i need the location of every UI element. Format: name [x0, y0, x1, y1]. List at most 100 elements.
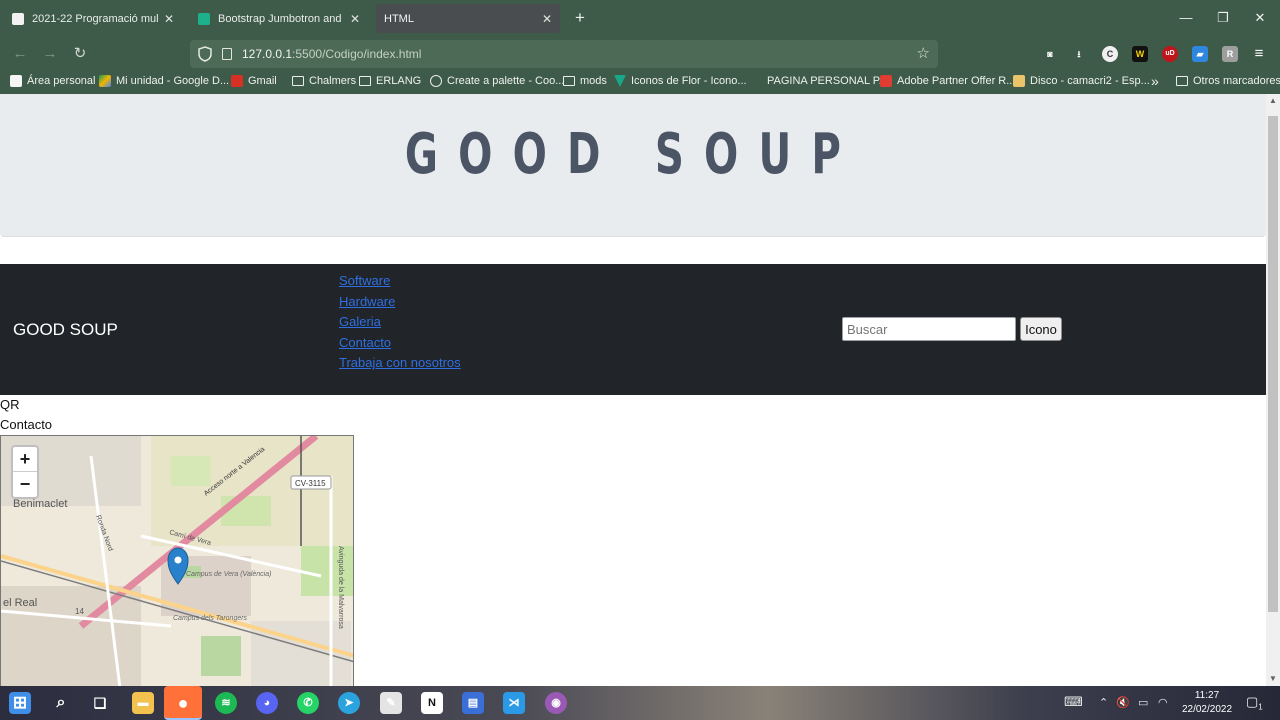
whatsapp-icon[interactable]: ✆ — [297, 692, 319, 714]
wifi-icon[interactable]: ◠ — [1158, 696, 1168, 709]
search-button[interactable]: Icono — [1020, 317, 1062, 341]
nav-item: Galeria — [339, 314, 461, 335]
map-tiles[interactable]: Benimaclet Acceso norte a Valencia CV-31… — [1, 436, 354, 686]
bookmarks-overflow-button[interactable]: » — [1151, 73, 1159, 89]
vscode-icon[interactable]: ⋊ — [503, 692, 525, 714]
address-bar[interactable]: 127.0.0.1:5500/Codigo/index.html ☆ — [190, 40, 938, 68]
search-input[interactable] — [842, 317, 1016, 341]
tray-overflow-chevron-icon[interactable]: ⌃ — [1099, 696, 1108, 709]
bookmark-folder-erlang[interactable]: ERLANG — [359, 75, 421, 87]
tab-close-icon[interactable]: ✕ — [350, 12, 360, 26]
bookmark-label: Disco - camacri2 - Esp... — [1030, 75, 1150, 87]
windows-taskbar: ⊞ ⌕ ❏ ▬ ● ≋ ◕ ✆ ➤ ✎ N ▤ ⋊ ◉ ⌨ ⌃ 🔇 ▭ ◠ 11… — [0, 686, 1280, 720]
jumbotron: GOOD SOUP — [0, 94, 1266, 237]
bookmark-iconos-flor[interactable]: Iconos de Flor - Icono... — [614, 75, 747, 87]
disco-icon — [1013, 75, 1025, 87]
menu-icon[interactable]: ≡ — [1251, 46, 1267, 62]
new-tab-button[interactable]: + — [570, 8, 590, 28]
bookmark-disco[interactable]: Disco - camacri2 - Esp... — [1013, 75, 1150, 87]
vertical-scrollbar[interactable]: ▲ ▼ — [1266, 94, 1280, 686]
flor-icon — [614, 75, 626, 87]
extension-wa-icon[interactable]: W — [1132, 46, 1148, 62]
system-clock[interactable]: 11:27 22/02/2022 — [1172, 689, 1242, 717]
tab-bootstrap[interactable]: Bootstrap Jumbotron and Page ✕ — [190, 4, 368, 33]
notification-center-icon[interactable]: ▢1 — [1246, 694, 1263, 712]
volume-muted-icon[interactable]: 🔇 — [1116, 696, 1130, 709]
zoom-out-button[interactable]: − — [13, 472, 37, 497]
google-drive-icon — [99, 75, 111, 87]
map-park-area — [201, 636, 241, 676]
notion-icon[interactable]: N — [421, 692, 443, 714]
pocket-icon[interactable]: ◙ — [1042, 46, 1058, 62]
nav-link-galeria[interactable]: Galeria — [339, 314, 381, 329]
nav-link-contacto[interactable]: Contacto — [339, 335, 391, 350]
tab-bar: 2021-22 Programació multimedi ✕ Bootstra… — [0, 0, 1280, 37]
windows-start-icon[interactable]: ⊞ — [9, 692, 31, 714]
touch-keyboard-icon[interactable]: ⌨ — [1064, 694, 1083, 710]
map-label-14: 14 — [75, 607, 84, 616]
spotify-icon[interactable]: ≋ — [215, 692, 237, 714]
navbar-brand[interactable]: GOOD SOUP — [13, 320, 118, 340]
github-icon[interactable]: ◉ — [545, 692, 567, 714]
bookmark-star-icon[interactable]: ☆ — [917, 44, 930, 62]
url-text[interactable]: 127.0.0.1:5500/Codigo/index.html — [242, 47, 421, 61]
firefox-icon[interactable]: ● — [164, 686, 202, 720]
zoom-in-button[interactable]: + — [13, 447, 37, 472]
forward-button[interactable]: → — [38, 42, 62, 66]
tab-programacio[interactable]: 2021-22 Programació multimedi ✕ — [4, 4, 182, 33]
minimize-button[interactable]: — — [1176, 8, 1196, 28]
reload-button[interactable]: ↻ — [68, 42, 92, 66]
other-bookmarks-folder[interactable]: Otros marcadores — [1176, 75, 1280, 87]
scroll-up-arrow-icon[interactable]: ▲ — [1266, 94, 1280, 108]
extension-blue-icon[interactable]: ▰ — [1192, 46, 1208, 62]
task-view-icon[interactable]: ❏ — [89, 692, 111, 714]
nav-link-trabaja[interactable]: Trabaja con nosotros — [339, 355, 461, 370]
tab-close-icon[interactable]: ✕ — [542, 12, 552, 26]
site-navbar: GOOD SOUP Software Hardware Galeria Cont… — [0, 264, 1266, 395]
bookmark-area-personal[interactable]: Área personal — [10, 75, 96, 87]
bookmark-label: Chalmers — [309, 75, 357, 87]
bookmark-folder-chalmers[interactable]: Chalmers — [292, 75, 356, 87]
bookmark-create-palette[interactable]: Create a palette - Coo... — [430, 75, 564, 87]
adobe-icon — [880, 75, 892, 87]
map[interactable]: Benimaclet Acceso norte a Valencia CV-31… — [0, 435, 354, 686]
telegram-icon[interactable]: ➤ — [338, 692, 360, 714]
file-explorer-icon[interactable]: ▬ — [132, 692, 154, 714]
map-park-area — [301, 546, 353, 596]
back-button[interactable]: ← — [8, 42, 32, 66]
page-info-icon[interactable] — [222, 48, 232, 60]
restore-button[interactable]: ❐ — [1213, 8, 1233, 28]
bootstrap-favicon-icon — [198, 12, 210, 25]
ublock-icon[interactable]: uD — [1162, 46, 1178, 62]
bookmark-google-drive[interactable]: Mi unidad - Google D... — [99, 75, 229, 87]
nav-link-software[interactable]: Software — [339, 273, 390, 288]
bookmark-label: Mi unidad - Google D... — [116, 75, 230, 87]
url-host: 127.0.0.1 — [242, 47, 293, 61]
scroll-down-arrow-icon[interactable]: ▼ — [1266, 672, 1280, 686]
battery-icon[interactable]: ▭ — [1138, 696, 1148, 709]
search-icon[interactable]: ⌕ — [50, 692, 72, 714]
scrollbar-thumb[interactable] — [1268, 116, 1278, 612]
bookmark-adobe[interactable]: Adobe Partner Offer R... — [880, 75, 1015, 87]
nav-link-hardware[interactable]: Hardware — [339, 294, 395, 309]
map-field-area — [171, 456, 211, 486]
nav-item: Trabaja con nosotros — [339, 355, 461, 376]
navigation-toolbar: ← → ↻ 127.0.0.1:5500/Codigo/index.html ☆… — [0, 37, 1280, 70]
tab-html[interactable]: HTML ✕ — [376, 4, 560, 33]
extension-r-icon[interactable]: R — [1222, 46, 1238, 62]
bookmark-label: Iconos de Flor - Icono... — [631, 75, 747, 87]
extension-c-icon[interactable]: C — [1102, 46, 1118, 62]
bookmark-gmail[interactable]: Gmail — [231, 75, 277, 87]
downloads-icon[interactable]: ⭳ — [1071, 46, 1087, 62]
jumbotron-title: GOOD SOUP — [404, 122, 862, 187]
app-icon[interactable]: ▤ — [462, 692, 484, 714]
paint-icon[interactable]: ✎ — [380, 692, 402, 714]
tracking-shield-icon[interactable] — [198, 46, 212, 62]
close-window-button[interactable]: ✕ — [1250, 8, 1270, 28]
discord-icon[interactable]: ◕ — [256, 692, 278, 714]
bookmark-pagina-personal[interactable]: PAGINA PERSONAL P... — [750, 75, 888, 87]
tab-title: 2021-22 Programació multimedi — [32, 12, 158, 25]
bookmark-folder-mods[interactable]: mods — [563, 75, 607, 87]
tab-close-icon[interactable]: ✕ — [164, 12, 174, 26]
tab-title: HTML — [384, 12, 414, 25]
